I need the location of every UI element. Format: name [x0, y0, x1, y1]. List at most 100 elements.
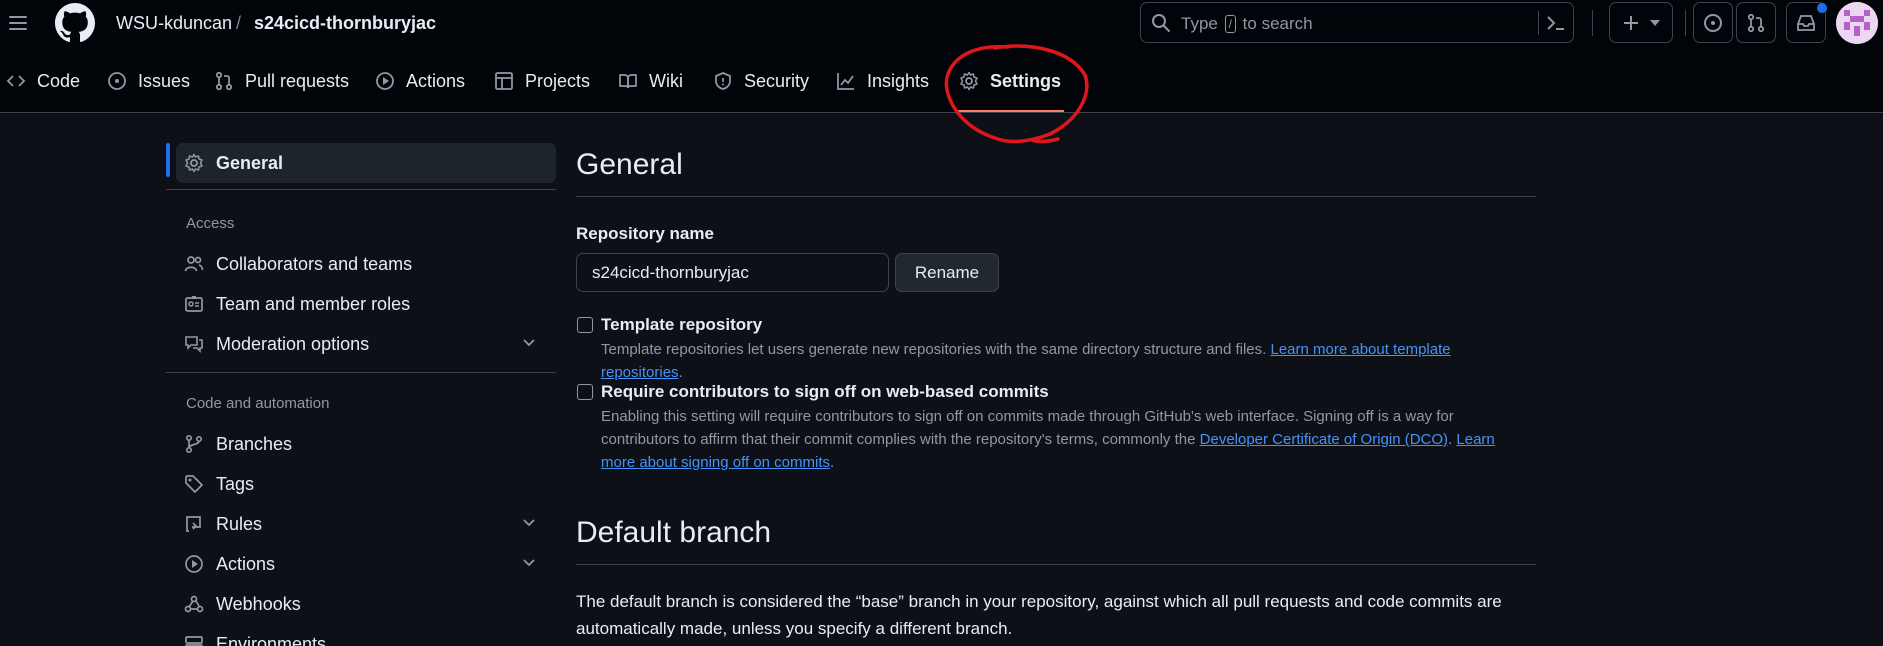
avatar[interactable] [1836, 2, 1878, 44]
sidebar-item-team-roles[interactable]: Team and member roles [176, 284, 556, 324]
graph-icon [837, 73, 854, 90]
sidebar-item-collaborators[interactable]: Collaborators and teams [176, 244, 556, 284]
sidebar-item-label: Rules [216, 513, 263, 534]
sidebar-item-label: Webhooks [216, 593, 301, 614]
sidebar-item-label: Moderation options [216, 333, 370, 354]
branch-icon [185, 434, 203, 454]
issue-icon [1704, 13, 1722, 32]
sidebar-item-label: General [216, 152, 284, 173]
sidebar-item-label: Branches [216, 433, 293, 454]
code-icon [6, 75, 26, 87]
repo-name-label: Repository name [576, 224, 714, 243]
tab-label: Insights [867, 70, 930, 91]
tab-insights[interactable]: Insights [836, 68, 929, 94]
search-input[interactable]: Type / to search [1140, 2, 1574, 43]
breadcrumb-repo[interactable]: s24cicd-thornburyjac [254, 13, 436, 34]
sidebar-heading-code-automation: Code and automation [186, 395, 330, 412]
sidebar-item-environments[interactable]: Environments [176, 624, 556, 646]
sidebar-item-rules[interactable]: Rules [176, 504, 556, 544]
tab-pull-requests[interactable]: Pull requests [214, 68, 349, 94]
tab-security[interactable]: Security [713, 68, 809, 94]
tab-label: Issues [138, 70, 191, 91]
sidebar-item-branches[interactable]: Branches [176, 424, 556, 464]
shield-icon [715, 72, 731, 90]
sidebar-item-moderation[interactable]: Moderation options [176, 324, 556, 364]
create-new-button[interactable] [1609, 2, 1673, 43]
id-badge-icon [185, 296, 203, 312]
hamburger-icon [9, 16, 27, 30]
repo-nav: Code Issues Pull requests Actions Projec… [0, 46, 1883, 113]
triangle-down-icon [1650, 19, 1660, 26]
template-repository-description: Template repositories let users generate… [601, 341, 1451, 381]
tab-label: Projects [525, 70, 591, 91]
sidebar-item-general[interactable]: General [176, 143, 556, 183]
breadcrumb-owner[interactable]: WSU-kduncan [116, 13, 232, 34]
active-item-indicator [166, 143, 170, 177]
gear-icon [960, 71, 978, 91]
sidebar-item-label: Environments [216, 633, 327, 646]
server-icon [185, 636, 203, 646]
play-icon [376, 72, 394, 90]
tag-icon [185, 475, 203, 493]
webhook-icon [184, 595, 204, 613]
sidebar-heading-access: Access [186, 215, 235, 232]
sidebar-divider [166, 189, 556, 190]
comment-discussion-icon [185, 336, 203, 353]
repo-push-icon [186, 516, 201, 532]
book-icon [619, 74, 637, 89]
gear-icon [185, 153, 203, 173]
tab-label: Pull requests [245, 70, 350, 91]
title-divider [576, 196, 1536, 197]
plus-icon [1624, 15, 1638, 30]
tab-actions[interactable]: Actions [375, 68, 465, 94]
sidebar-divider [166, 372, 556, 373]
rename-button[interactable]: Rename [895, 253, 999, 292]
github-logo-icon[interactable] [55, 3, 95, 43]
menu-button[interactable] [2, 7, 34, 39]
tab-wiki[interactable]: Wiki [618, 68, 683, 94]
tab-settings[interactable]: Settings [959, 68, 1061, 94]
issues-button[interactable] [1693, 2, 1733, 43]
tab-label: Settings [990, 70, 1062, 91]
sidebar-item-label: Actions [216, 553, 276, 574]
notification-dot [1817, 3, 1827, 13]
tab-issues[interactable]: Issues [107, 68, 190, 94]
template-repository-label: Template repository [601, 315, 763, 334]
tab-projects[interactable]: Projects [494, 68, 590, 94]
tab-label: Actions [406, 70, 466, 91]
chevron-down-icon [523, 339, 535, 347]
people-icon [184, 256, 204, 272]
inbox-icon [1797, 14, 1815, 31]
tab-code[interactable]: Code [6, 68, 80, 94]
search-divider [1538, 11, 1539, 35]
sidebar-item-label: Collaborators and teams [216, 253, 413, 274]
template-repository-checkbox[interactable] [577, 317, 593, 333]
search-icon [1152, 14, 1170, 32]
sidebar-item-label: Tags [216, 473, 255, 494]
global-header: WSU-kduncan / s24cicd-thornburyjac Type … [0, 0, 1883, 46]
breadcrumb-separator: / [236, 13, 242, 33]
tab-label: Wiki [649, 70, 683, 91]
signoff-label: Require contributors to sign off on web-… [601, 382, 1049, 401]
dco-link[interactable]: Developer Certificate of Origin (DCO) [1200, 431, 1448, 448]
sidebar-item-actions[interactable]: Actions [176, 544, 556, 584]
pull-request-icon [215, 71, 233, 91]
signoff-description: Enabling this setting will require contr… [601, 408, 1495, 471]
repo-name-field[interactable] [576, 253, 889, 292]
play-icon [185, 555, 203, 573]
sidebar-item-webhooks[interactable]: Webhooks [176, 584, 556, 624]
title-divider [576, 564, 1536, 565]
signoff-checkbox[interactable] [577, 384, 593, 400]
table-icon [495, 72, 513, 90]
selected-tab-indicator [955, 110, 1064, 112]
page-title: General [576, 148, 683, 181]
header-divider [1592, 10, 1593, 36]
search-placeholder: Type / to search [1181, 14, 1313, 33]
sidebar-item-tags[interactable]: Tags [176, 464, 556, 504]
default-branch-title: Default branch [576, 516, 772, 549]
tab-label: Code [37, 70, 81, 91]
header-divider [1685, 10, 1686, 36]
command-palette-icon[interactable] [1544, 11, 1568, 35]
search-shortcut-key: / [1224, 15, 1236, 33]
pull-requests-button[interactable] [1736, 2, 1776, 43]
